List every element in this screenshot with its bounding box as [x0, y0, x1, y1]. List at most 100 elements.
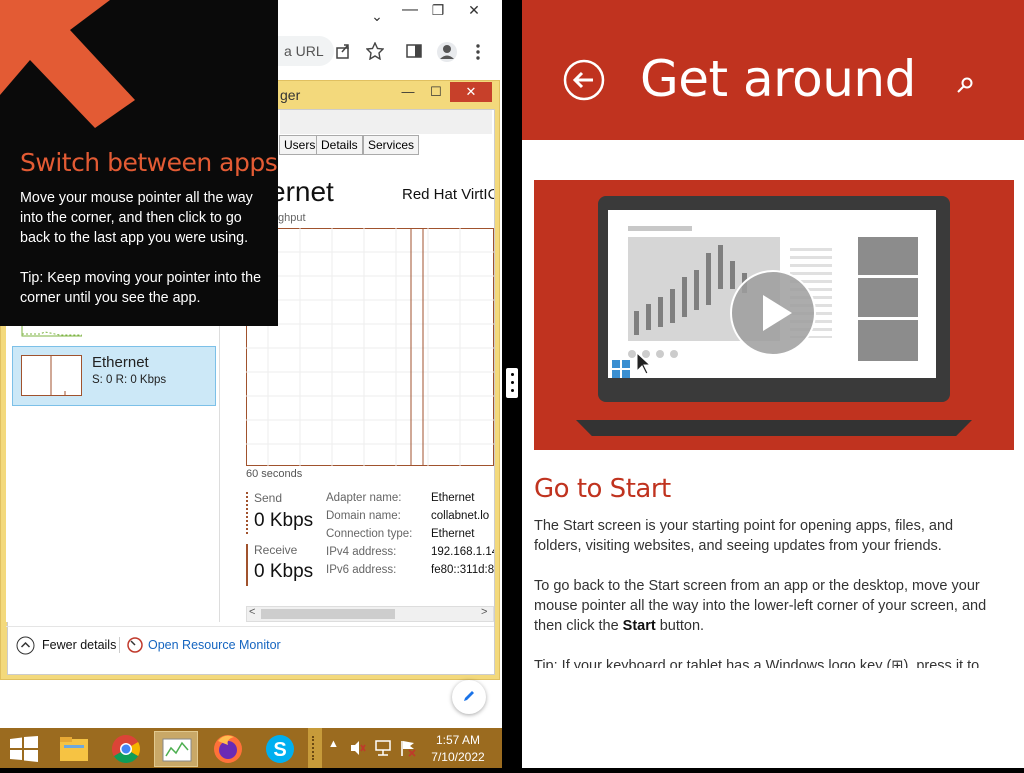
firefox-icon[interactable] — [206, 731, 250, 767]
grip-dot — [511, 373, 514, 376]
divider-handle[interactable] — [506, 368, 518, 398]
switch-apps-tip-overlay: Switch between apps Move your mouse poin… — [0, 0, 278, 326]
footer-divider — [6, 626, 494, 627]
ethernet-mini-graph — [21, 355, 82, 396]
windows-logo-icon — [612, 360, 630, 378]
paragraph-go-back: To go back to the Start screen from an a… — [534, 576, 1004, 636]
fewer-details-link[interactable]: Fewer details — [42, 638, 116, 652]
detail-value: Ethernet — [431, 492, 475, 504]
play-icon[interactable] — [730, 270, 816, 356]
receive-marker — [246, 544, 248, 586]
task-view-edge[interactable] — [308, 728, 322, 768]
desktop-area: ⌄ — ❐ ✕ a URL ger — ☐ ✕ Users Details Se… — [0, 0, 502, 728]
overlay-tip: Tip: Keep moving your pointer into the c… — [20, 270, 262, 306]
address-bar[interactable]: a URL — [278, 36, 334, 66]
profile-avatar-icon[interactable] — [436, 41, 458, 63]
task-manager-taskbar-icon[interactable] — [154, 731, 198, 767]
network-icon[interactable] — [374, 739, 392, 757]
detail-label: Connection type: — [326, 528, 413, 540]
chevron-down-icon[interactable]: ⌄ — [368, 8, 386, 25]
paragraph-tip: Tip: If your keyboard or tablet has a Wi… — [534, 658, 980, 668]
laptop-base — [576, 420, 972, 436]
tm-maximize-button[interactable]: ☐ — [424, 82, 448, 102]
back-arrow-icon[interactable] — [562, 58, 606, 102]
grip-dots — [312, 736, 318, 760]
svg-text:S: S — [273, 739, 286, 761]
paragraph-text: To go back to the Start screen from an a… — [534, 578, 987, 634]
help-header: Get around — [522, 0, 1024, 140]
send-label: Send — [254, 491, 283, 505]
help-app-pane: Get around Go to Start The Start screen … — [522, 0, 1024, 768]
bookmark-star-icon[interactable] — [366, 42, 384, 60]
scroll-thumb[interactable] — [261, 609, 395, 619]
graph-time-label: 60 seconds — [246, 468, 303, 480]
tm-minimize-button[interactable]: — — [396, 82, 420, 102]
detail-value: Ethernet — [431, 528, 475, 540]
horizontal-scrollbar[interactable]: < > — [246, 606, 494, 622]
detail-label: IPv4 address: — [326, 546, 397, 558]
close-button[interactable]: ✕ — [452, 0, 496, 20]
clock-date[interactable]: 7/10/2022 — [426, 750, 490, 764]
receive-label: Receive — [254, 543, 298, 557]
detail-value: collabnet.lo — [431, 510, 490, 522]
throughput-graph — [246, 228, 494, 466]
more-menu-icon[interactable] — [474, 43, 482, 61]
snap-divider[interactable] — [502, 0, 522, 768]
arrow-up-left-icon — [0, 0, 135, 128]
receive-value: 0 Kbps — [254, 561, 314, 582]
resource-monitor-icon[interactable] — [127, 637, 143, 653]
detail-value: 192.168.1.14 — [431, 546, 494, 558]
edit-button[interactable] — [452, 680, 486, 714]
placeholder-line — [628, 226, 692, 231]
chevron-up-icon[interactable]: ▲ — [328, 738, 339, 750]
tm-menu-strip — [280, 110, 492, 134]
task-manager-title: ger — [280, 87, 301, 103]
clock-time[interactable]: 1:57 AM — [426, 733, 490, 747]
scroll-right-icon[interactable]: > — [481, 606, 487, 618]
adapter-model: Red Hat VirtIO — [402, 186, 494, 203]
paragraph-start-screen: The Start screen is your starting point … — [534, 518, 954, 554]
footer-separator — [119, 637, 120, 653]
paragraph-text: button. — [655, 618, 705, 634]
side-panel-icon[interactable] — [406, 43, 422, 59]
scroll-left-icon[interactable]: < — [249, 606, 255, 618]
tab-details[interactable]: Details — [316, 135, 363, 155]
share-icon[interactable] — [334, 42, 352, 60]
skype-icon[interactable]: S — [258, 731, 302, 767]
dot — [670, 350, 678, 358]
tm-close-button[interactable]: ✕ — [450, 82, 492, 102]
send-value: 0 Kbps — [254, 510, 314, 531]
restore-button[interactable]: ❐ — [428, 2, 448, 19]
send-marker — [246, 492, 248, 534]
detail-label: IPv6 address: — [326, 564, 397, 576]
action-center-flag-icon[interactable] — [399, 739, 417, 757]
chrome-icon[interactable] — [104, 731, 148, 767]
video-illustration[interactable] — [534, 180, 1014, 450]
grip-dot — [511, 381, 514, 384]
page-title: Get around — [640, 50, 916, 108]
windows-start-icon[interactable] — [10, 736, 40, 762]
dot — [628, 350, 636, 358]
tile-column — [858, 237, 918, 361]
grip-dot — [511, 389, 514, 392]
minimize-button[interactable]: — — [398, 0, 422, 20]
sidebar-item-ethernet[interactable]: Ethernet S: 0 R: 0 Kbps — [12, 346, 216, 406]
sidebar-item-label: Ethernet — [92, 354, 149, 371]
sidebar-mini-graph — [21, 326, 82, 337]
file-explorer-icon[interactable] — [52, 731, 96, 767]
search-icon[interactable] — [956, 76, 974, 94]
tile-gap — [858, 317, 918, 320]
detail-label: Adapter name: — [326, 492, 402, 504]
tab-users[interactable]: Users — [279, 135, 321, 155]
start-bold-text: Start — [622, 618, 656, 634]
tab-services[interactable]: Services — [363, 135, 420, 155]
throughput-label: ghput — [278, 212, 306, 224]
mouse-cursor-icon — [636, 352, 652, 375]
detail-label: Domain name: — [326, 510, 401, 522]
address-text: a URL — [284, 43, 324, 59]
volume-muted-icon[interactable] — [350, 740, 366, 756]
open-resource-monitor-link[interactable]: Open Resource Monitor — [148, 638, 281, 652]
pencil-icon — [464, 691, 474, 701]
chevron-up-circle-icon[interactable] — [16, 636, 35, 655]
overlay-body: Move your mouse pointer all the way into… — [20, 190, 253, 246]
